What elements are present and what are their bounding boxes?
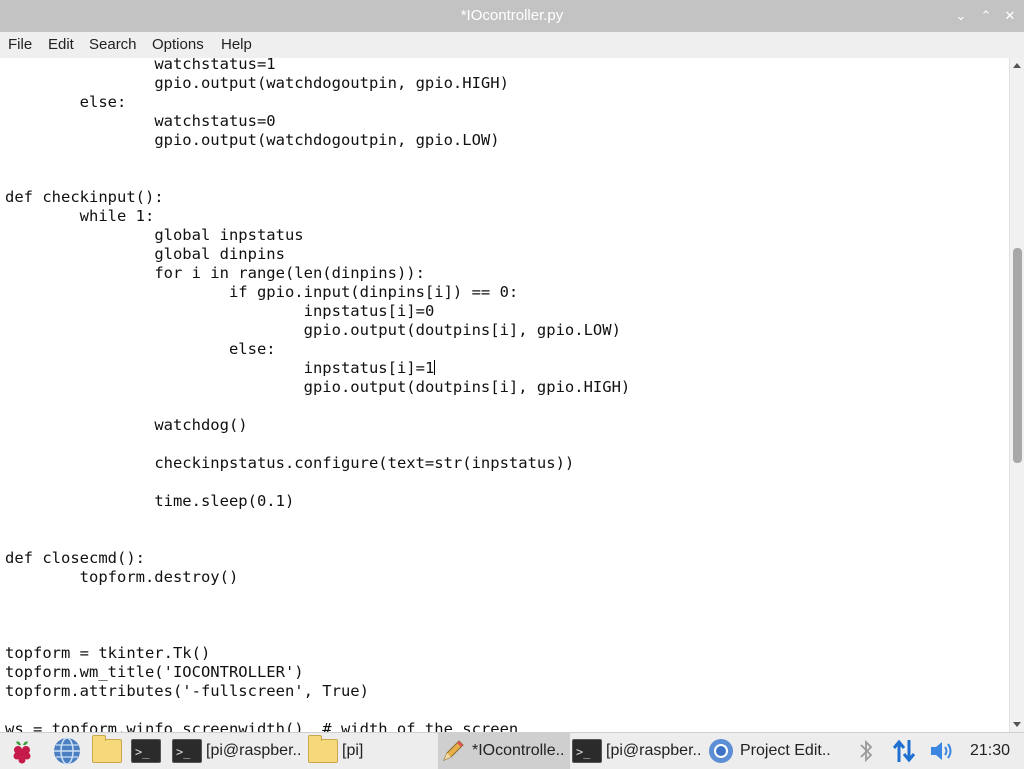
window-title: *IOcontroller.py xyxy=(460,7,564,24)
close-button[interactable]: ✕ xyxy=(1001,8,1019,24)
task-label: *IOcontrolle... xyxy=(472,742,566,759)
code-after-cursor: gpio.output(doutpins[i], gpio.HIGH) watc… xyxy=(5,378,631,732)
raspberry-pi-menu-button[interactable] xyxy=(4,733,40,769)
terminal-launcher[interactable]: >_ xyxy=(129,733,163,769)
menu-search[interactable]: Search xyxy=(89,36,137,53)
menu-file[interactable]: File xyxy=(8,36,32,53)
menu-edit[interactable]: Edit xyxy=(48,36,74,53)
task-label: [pi@raspber... xyxy=(206,742,302,759)
task-label: [pi] xyxy=(342,742,364,759)
text-cursor xyxy=(434,360,436,375)
bluetooth-button[interactable] xyxy=(852,733,880,769)
task-label: Project Edit... xyxy=(740,742,832,759)
folder-icon xyxy=(308,735,338,763)
file-manager-launcher[interactable] xyxy=(89,733,125,769)
menu-bar: File Edit Search Options Help xyxy=(0,32,1024,59)
volume-icon xyxy=(931,742,952,760)
task-label: [pi@raspber... xyxy=(606,742,702,759)
bluetooth-icon xyxy=(860,739,873,763)
task-text-editor[interactable]: *IOcontrolle... xyxy=(438,733,570,769)
maximize-button[interactable]: ⌃ xyxy=(977,8,995,24)
task-chromium-project-editor[interactable]: Project Edit... xyxy=(706,733,834,769)
clock[interactable]: 21:30 xyxy=(970,742,1010,760)
raspberry-pi-icon xyxy=(13,741,31,764)
web-browser-launcher[interactable] xyxy=(50,733,84,769)
window-titlebar[interactable]: *IOcontroller.py ⌄ ⌃ ✕ xyxy=(0,0,1024,32)
menu-help[interactable]: Help xyxy=(221,36,252,53)
vertical-scrollbar[interactable] xyxy=(1009,58,1024,732)
scroll-up-arrow-icon[interactable] xyxy=(1013,63,1021,68)
network-button[interactable] xyxy=(888,733,920,769)
task-terminal-2[interactable]: >_ [pi@raspber... xyxy=(572,733,704,769)
minimize-button[interactable]: ⌄ xyxy=(952,8,970,24)
volume-button[interactable] xyxy=(926,733,958,769)
text-editor-area[interactable]: watchstatus=1 gpio.output(watchdogoutpin… xyxy=(0,58,1009,732)
task-folder-pi[interactable]: [pi] xyxy=(306,733,434,769)
terminal-icon: >_ xyxy=(172,739,202,763)
terminal-icon: >_ xyxy=(572,739,602,763)
network-icon xyxy=(892,739,916,763)
pencil-icon xyxy=(443,740,464,761)
terminal-icon: >_ xyxy=(131,739,161,763)
menu-options[interactable]: Options xyxy=(152,36,204,53)
code-before-cursor: watchstatus=1 gpio.output(watchdogoutpin… xyxy=(5,58,621,377)
web-browser-icon xyxy=(54,737,80,765)
taskbar: >_ >_ [pi@raspber... [pi] *IOcontrolle..… xyxy=(0,732,1024,769)
file-manager-icon xyxy=(92,735,122,763)
scroll-down-arrow-icon[interactable] xyxy=(1013,722,1021,727)
scrollbar-thumb[interactable] xyxy=(1013,248,1022,463)
chromium-icon xyxy=(709,739,733,763)
task-terminal-1[interactable]: >_ [pi@raspber... xyxy=(172,733,304,769)
code-text[interactable]: watchstatus=1 gpio.output(watchdogoutpin… xyxy=(5,58,630,732)
